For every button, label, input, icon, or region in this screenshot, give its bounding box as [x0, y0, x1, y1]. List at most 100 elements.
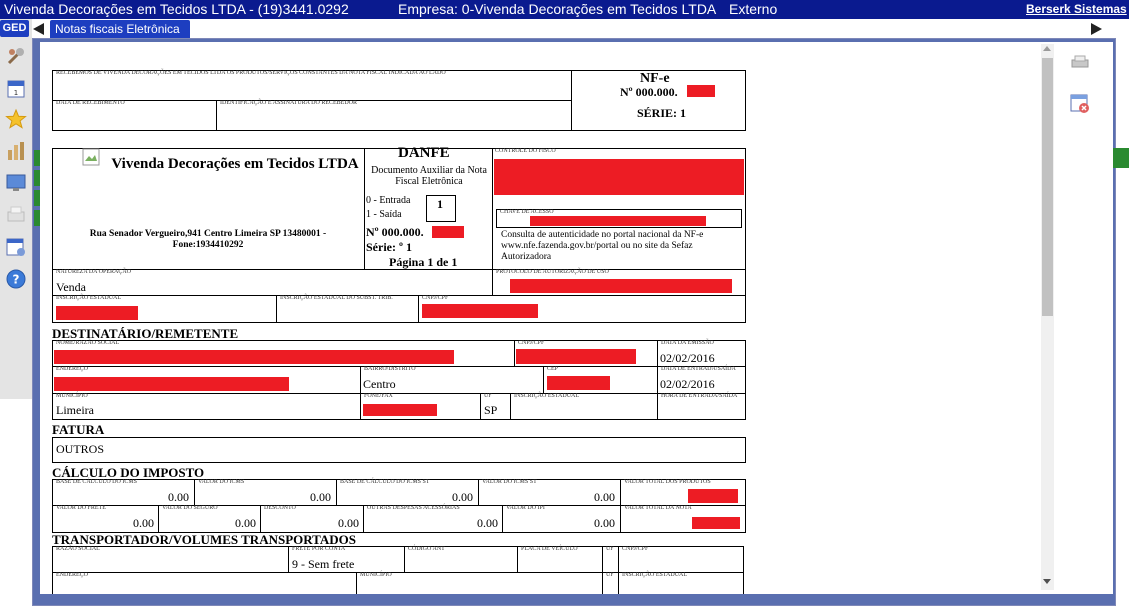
date-received-label: DATA DE RECEBIMENTO [56, 100, 125, 106]
transp-cnpj-label: CNPJ/CPF [622, 546, 649, 552]
chart-icon[interactable] [5, 140, 27, 162]
transp-placa-label: PLACA DE VEÍCULO [521, 546, 578, 552]
divider [52, 295, 746, 296]
divider [657, 340, 658, 420]
divider [480, 393, 481, 420]
broken-logo-image-icon [82, 148, 100, 166]
emitente-name: Vivenda Decorações em Tecidos LTDA [111, 156, 359, 172]
divider [360, 393, 361, 420]
scroll-tabs-right-icon[interactable] [1091, 23, 1102, 35]
frete-value: 0.00 [133, 516, 154, 530]
chave-label: CHAVE DE ACESSO [500, 209, 554, 215]
fatura-value: OUTROS [56, 442, 105, 456]
divider [618, 546, 619, 594]
desconto-value: 0.00 [338, 516, 359, 530]
divider [404, 546, 405, 572]
endereco-label: ENDEREÇO [56, 366, 88, 372]
divider [194, 479, 195, 505]
divider [514, 340, 515, 366]
base-st-label: BASE DE CÁLCULO DO ICMS ST [340, 479, 430, 485]
frete-label: VALOR DO FRETE [56, 505, 106, 511]
transp-municipio-label: MUNICÍPIO [360, 572, 392, 578]
calendar-icon[interactable]: 1 [5, 78, 27, 100]
total-produtos-label: VALOR TOTAL DOS PRODUTOS [624, 479, 711, 485]
divider [492, 148, 493, 270]
outras-label: OUTRAS DESPESAS ACESSÓRIAS [367, 505, 460, 511]
tools-icon[interactable] [5, 45, 27, 67]
seguro-value: 0.00 [235, 516, 256, 530]
operacao-box [52, 269, 746, 323]
outras-value: 0.00 [477, 516, 498, 530]
danfe-page: Página 1 de 1 [389, 255, 458, 269]
brand-link[interactable]: Berserk Sistemas [1026, 2, 1127, 16]
user-window-icon[interactable] [5, 237, 27, 259]
fatura-section: FATURA [52, 422, 105, 437]
divider [364, 148, 365, 270]
protocolo-label: PROTOCOLO DE AUTORIZAÇÃO DE USO [496, 269, 609, 275]
entrada-label: DATA DE ENTRADA/SAÍDA [661, 366, 736, 372]
transp-frete-value: 9 - Sem frete [292, 557, 355, 571]
divider [602, 546, 603, 594]
danfe-subtitle: Documento Auxiliar da Nota Fiscal Eletrô… [371, 165, 487, 187]
ipi-value: 0.00 [594, 516, 615, 530]
transp-ie-label: INSCRIÇÃO ESTADUAL [622, 572, 688, 578]
help-icon[interactable]: ? [5, 268, 27, 290]
svg-text:1: 1 [14, 89, 18, 97]
municipio-value: Limeira [56, 403, 94, 417]
cnpj-emit-label: CNPJ/CPF [422, 295, 449, 301]
divider [336, 479, 337, 505]
redaction [432, 226, 464, 238]
transp-endereco-label: ENDEREÇO [56, 572, 88, 578]
transp-razao-label: RAZÃO SOCIAL [56, 546, 100, 552]
nfe-serie: SÉRIE: 1 [637, 106, 687, 120]
divider [620, 479, 621, 533]
scroll-tabs-left-icon[interactable] [33, 23, 44, 35]
redaction [510, 279, 732, 293]
controle-fisco-label: CONTROLE DO FISCO [495, 148, 556, 154]
valor-icms-label: VALOR DO ICMS [198, 479, 245, 485]
redaction [688, 489, 738, 503]
ie-label: INSCRIÇÃO ESTADUAL [56, 295, 122, 301]
app-title: Vivenda Decorações em Tecidos LTDA - (19… [4, 1, 349, 17]
scroll-up-icon[interactable] [1043, 46, 1051, 51]
valor-icms-value: 0.00 [310, 490, 331, 504]
redaction [516, 349, 636, 364]
nome-label: NOME/RAZÃO SOCIAL [56, 340, 120, 346]
base-icms-value: 0.00 [168, 490, 189, 504]
redaction [494, 159, 744, 195]
emissao-label: DATA DA EMISSÃO [661, 340, 714, 346]
consulta-text: Consulta de autenticidade no portal naci… [501, 230, 704, 262]
redaction [54, 350, 454, 364]
fone-label: FONE/FAX [364, 393, 393, 399]
redaction [547, 376, 610, 390]
printer-icon[interactable] [5, 204, 27, 226]
divider [478, 479, 479, 505]
natureza-label: NATUREZA DA OPERAÇÃO [56, 269, 132, 275]
divider [543, 366, 544, 393]
top-bar: Vivenda Decorações em Tecidos LTDA - (19… [0, 0, 1129, 19]
monitor-icon[interactable] [5, 172, 27, 194]
bairro-label: BAIRRO/DISTRITO [364, 366, 416, 372]
ipi-label: VALOR DO IPI [506, 505, 545, 511]
star-icon[interactable] [5, 108, 27, 130]
divider [360, 366, 361, 393]
divider [517, 546, 518, 572]
background-row-stripe [1113, 148, 1129, 168]
divider [158, 505, 159, 533]
ie-st-label: INSCRIÇÃO ESTADUAL DO SUBST. TRIB. [280, 295, 393, 301]
scrollbar-thumb[interactable] [1042, 58, 1053, 316]
uf-label: UF [484, 393, 492, 399]
bairro-value: Centro [363, 377, 396, 391]
fatura-box [52, 437, 746, 463]
valor-st-label: VALOR DO ICMS ST [482, 479, 537, 485]
ged-button[interactable]: GED [0, 20, 29, 37]
entrada-value: 02/02/2016 [660, 377, 715, 391]
scroll-down-icon[interactable] [1043, 579, 1051, 584]
svg-text:?: ? [13, 273, 20, 287]
emitente-address: Rua Senador Vergueiro,941 Centro Limeira… [89, 229, 327, 250]
transp-uf-label: UF [606, 546, 614, 552]
transp-antt-label: CÓDIGO ANT [408, 546, 445, 552]
divider [356, 572, 357, 594]
tab-notas-fiscais[interactable]: Notas fiscais Eletrônica [50, 20, 190, 39]
danfe-number: Nº 000.000. [366, 225, 424, 239]
